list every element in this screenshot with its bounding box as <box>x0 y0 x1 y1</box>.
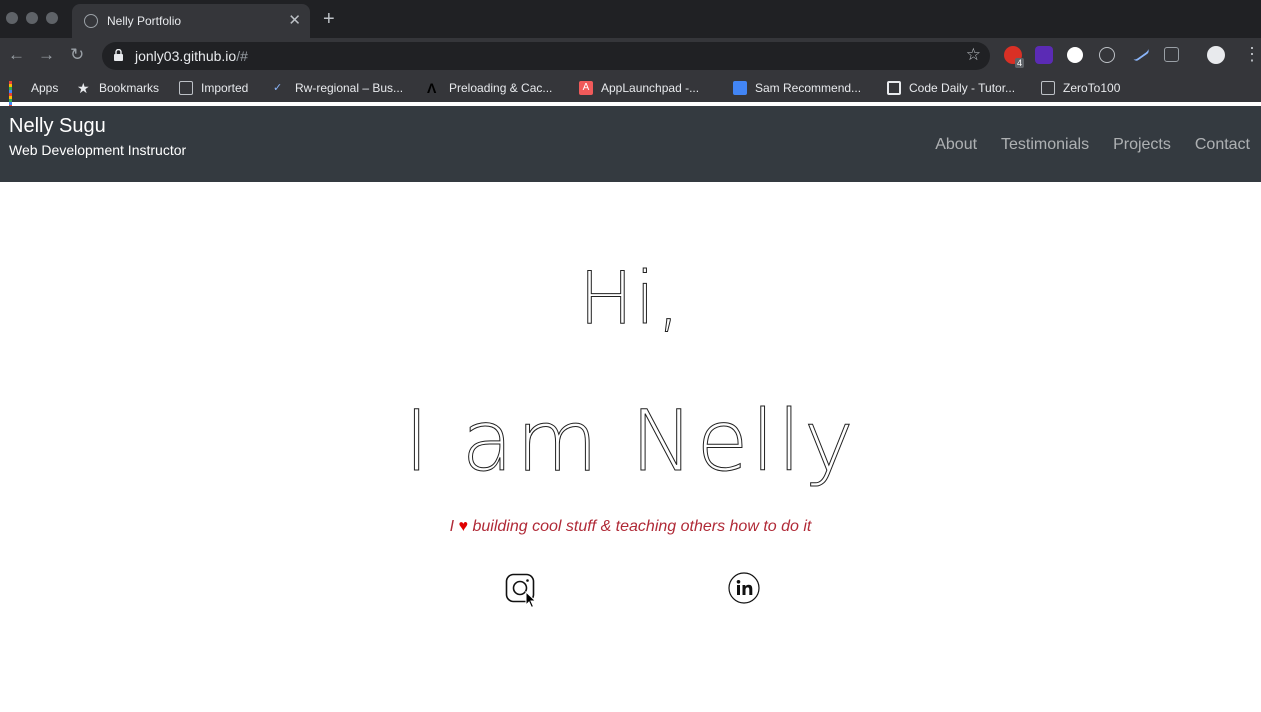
linkedin-icon[interactable] <box>728 572 760 604</box>
hero-tagline: I ♥ building cool stuff & teaching other… <box>0 518 1261 536</box>
nav-about[interactable]: About <box>935 136 977 154</box>
url-path: /# <box>236 48 248 64</box>
bookmark-label: Rw-regional – Bus... <box>295 81 404 95</box>
globe-icon <box>84 14 98 28</box>
close-window-button[interactable] <box>6 12 18 24</box>
hero-greeting: Hi, <box>578 256 683 341</box>
site-icon <box>887 81 901 95</box>
minimize-window-button[interactable] <box>26 12 38 24</box>
bookmark-zeroto100[interactable]: ZeroTo100 <box>1041 80 1120 96</box>
applaunchpad-icon: A <box>579 81 593 95</box>
brand-subtitle: Web Development Instructor <box>9 142 187 158</box>
bookmarks-bar: Apps ★ Bookmarks Imported ✓ Rw-regional … <box>0 74 1261 108</box>
url-host: jonly03.github.io <box>135 48 237 64</box>
bookmark-bookmarks[interactable]: ★ Bookmarks <box>77 80 159 96</box>
react-devtools-icon[interactable] <box>1099 47 1115 63</box>
extension-icon-6[interactable] <box>1164 47 1179 62</box>
browser-tab[interactable]: Nelly Portfolio ✕ <box>72 4 310 38</box>
bookmark-star-icon[interactable]: ☆ <box>966 45 981 65</box>
folder-icon <box>1041 81 1055 95</box>
bookmark-imported[interactable]: Imported <box>179 80 248 96</box>
bookmark-apps[interactable]: Apps <box>9 80 59 108</box>
site-navbar: Nelly Sugu Web Development Instructor Ab… <box>0 106 1261 182</box>
bookmark-preloading[interactable]: Λ Preloading & Cac... <box>427 80 552 96</box>
hero-name: I am Nelly <box>404 392 857 491</box>
apps-grid-icon <box>9 81 23 108</box>
site-icon: Λ <box>427 80 437 96</box>
nav-testimonials[interactable]: Testimonials <box>1001 136 1089 154</box>
site-icon: ✓ <box>273 82 283 94</box>
bookmark-label: Apps <box>31 81 59 95</box>
new-tab-button[interactable]: + <box>323 8 335 31</box>
nav-projects[interactable]: Projects <box>1113 136 1171 154</box>
doc-icon <box>733 81 747 95</box>
nav-contact[interactable]: Contact <box>1195 136 1250 154</box>
bookmark-label: Imported <box>201 81 249 95</box>
folder-icon <box>179 81 193 95</box>
bookmark-label: Bookmarks <box>99 81 160 95</box>
tab-close-icon[interactable]: ✕ <box>288 11 301 29</box>
extension-icon-2[interactable] <box>1035 46 1053 64</box>
star-icon: ★ <box>77 80 90 96</box>
browser-menu-icon[interactable]: ⋮ <box>1243 44 1261 65</box>
bookmark-label: Code Daily - Tutor... <box>909 81 1016 95</box>
bookmark-label: Sam Recommend... <box>755 81 862 95</box>
bookmark-rw-regional[interactable]: ✓ Rw-regional – Bus... <box>273 80 403 96</box>
profile-avatar[interactable] <box>1207 46 1225 64</box>
browser-tabstrip: Nelly Portfolio ✕ + <box>0 0 1261 38</box>
tagline-prefix: I <box>449 518 455 535</box>
extension-icon-3[interactable] <box>1067 47 1083 63</box>
reload-icon[interactable]: ↻ <box>70 45 84 65</box>
brand-name[interactable]: Nelly Sugu <box>9 115 106 138</box>
url-text: jonly03.github.io/# <box>135 48 248 64</box>
bookmark-label: Preloading & Cac... <box>449 81 553 95</box>
lock-icon <box>114 49 123 61</box>
extension-badge: 4 <box>1015 58 1025 68</box>
bookmark-sam[interactable]: Sam Recommend... <box>733 80 861 96</box>
tagline-text: building cool stuff & teaching others ho… <box>472 518 812 535</box>
back-icon[interactable]: ← <box>8 45 25 65</box>
main-nav: About Testimonials Projects Contact <box>935 136 1250 154</box>
bookmark-label: ZeroTo100 <box>1063 81 1121 95</box>
bookmark-code-daily[interactable]: Code Daily - Tutor... <box>887 80 1015 96</box>
tab-title: Nelly Portfolio <box>107 14 182 28</box>
address-bar[interactable]: jonly03.github.io/# ☆ <box>102 42 990 70</box>
mouse-cursor-icon <box>525 591 537 609</box>
bookmark-label: AppLaunchpad -... <box>601 81 700 95</box>
extension-icon-5[interactable] <box>1129 43 1151 63</box>
bookmark-applaunchpad[interactable]: A AppLaunchpad -... <box>579 80 699 96</box>
forward-icon[interactable]: → <box>38 45 55 65</box>
heart-icon: ♥ <box>458 518 469 535</box>
browser-toolbar: ← → ↻ jonly03.github.io/# ☆ 4 ⋮ <box>0 38 1261 74</box>
maximize-window-button[interactable] <box>46 12 58 24</box>
